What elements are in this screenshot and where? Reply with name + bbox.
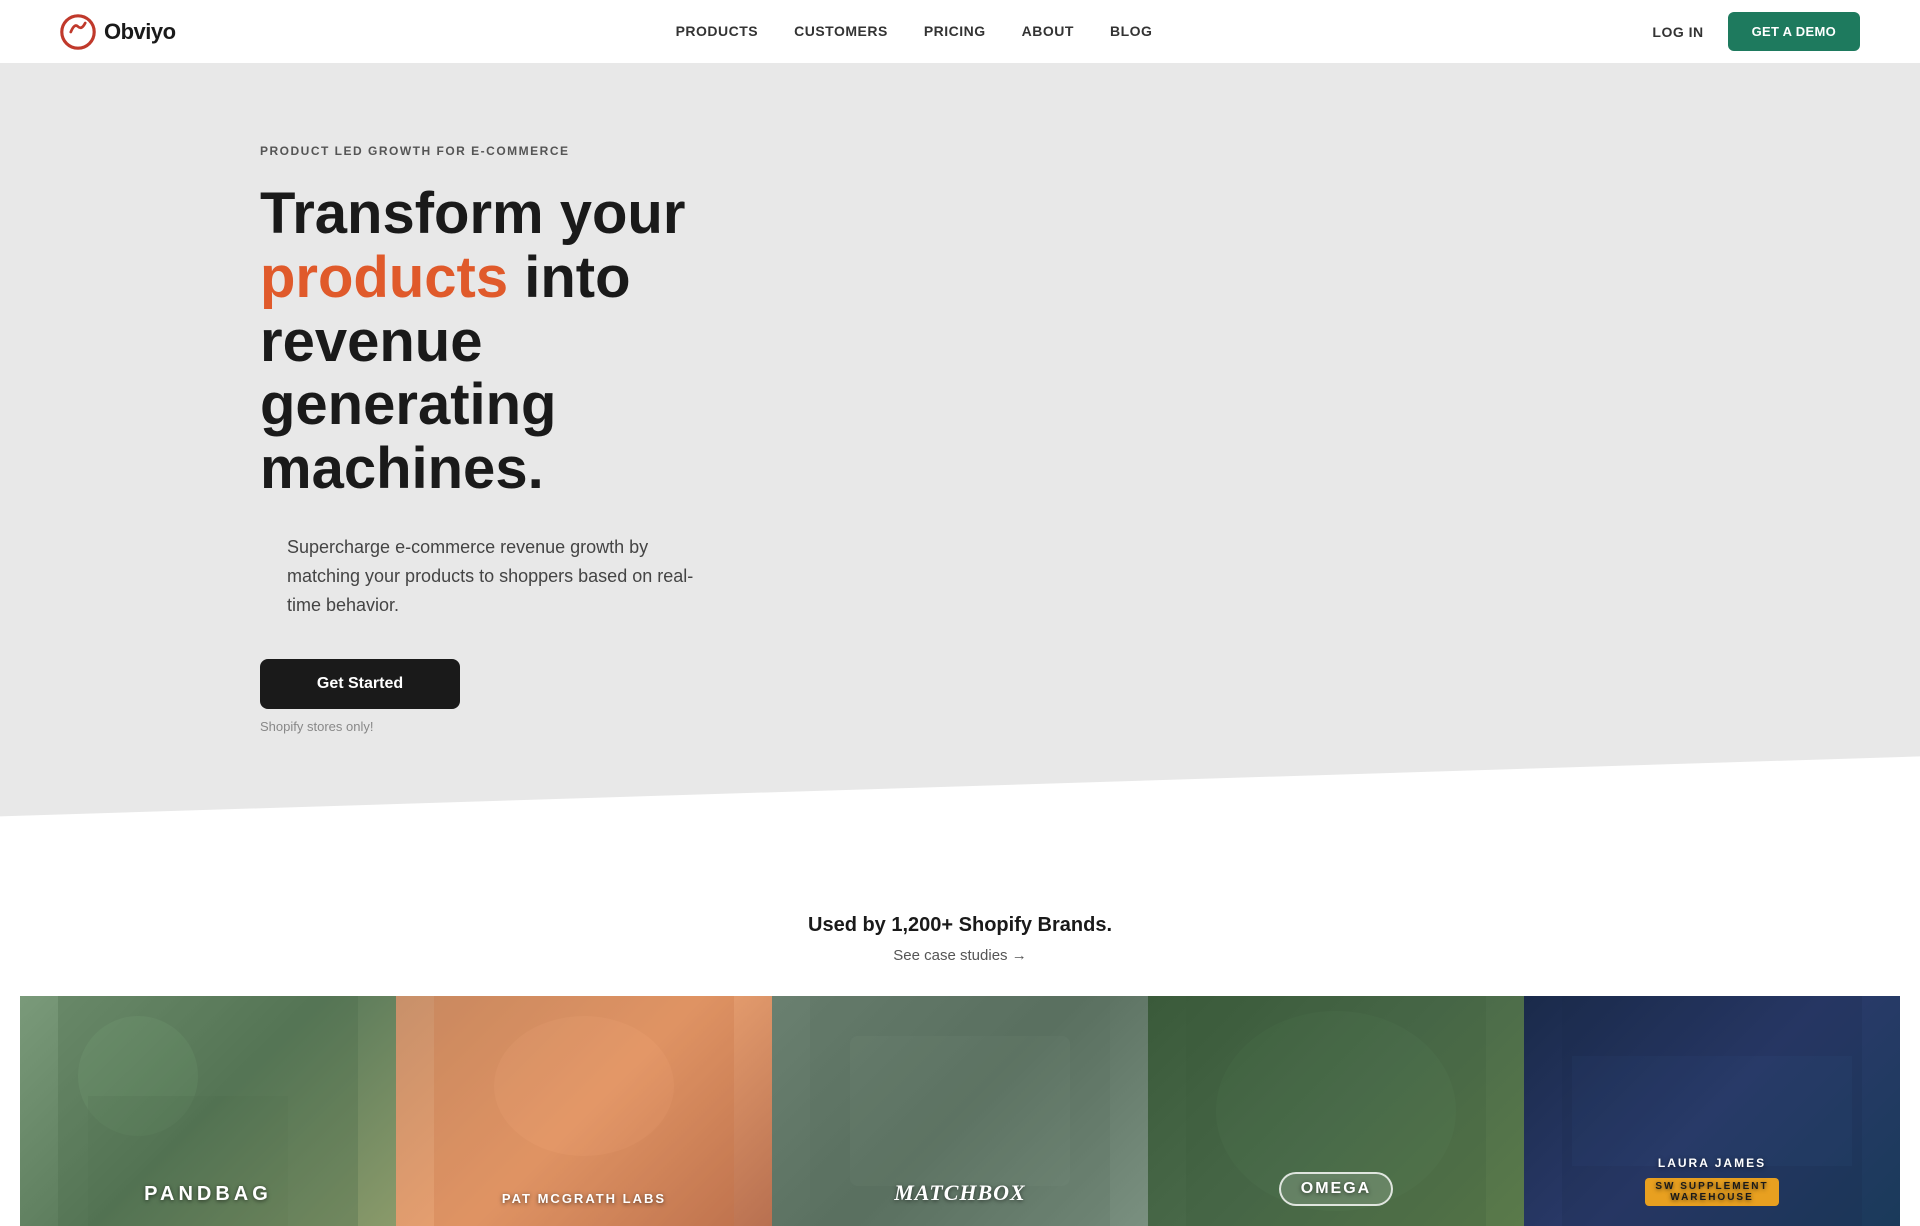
navbar: Obviyo PRODUCTS CUSTOMERS PRICING ABOUT … — [0, 0, 1920, 64]
brand-card-pandbag: PANDBAG — [20, 996, 396, 1226]
nav-item-products[interactable]: PRODUCTS — [676, 23, 759, 39]
hero-section: PRODUCT LED GROWTH FOR E-COMMERCE Transf… — [0, 64, 1920, 854]
logo-text: Obviyo — [104, 19, 176, 45]
get-started-button[interactable]: Get Started — [260, 659, 460, 709]
brand-label-laura-james: LAURA JAMES — [1658, 1156, 1766, 1170]
login-link[interactable]: LOG IN — [1652, 24, 1703, 40]
brand-card-omega: Omega — [1148, 996, 1524, 1226]
brand-card-laura-james: LAURA JAMES SW SUPPLEMENTWAREHOUSE — [1524, 996, 1900, 1226]
hero-heading: Transform your products into revenuegene… — [260, 182, 780, 501]
shopify-note: Shopify stores only! — [260, 719, 1920, 734]
hero-eyebrow: PRODUCT LED GROWTH FOR E-COMMERCE — [260, 144, 1920, 158]
brand-label-sw: SW SUPPLEMENTWAREHOUSE — [1645, 1178, 1778, 1206]
nav-item-blog[interactable]: BLOG — [1110, 23, 1152, 39]
nav-item-customers[interactable]: CUSTOMERS — [794, 23, 888, 39]
logo-link[interactable]: Obviyo — [60, 14, 176, 50]
hero-heading-part1: Transform your — [260, 181, 685, 246]
case-studies-link[interactable]: See case studies → — [893, 947, 1026, 964]
brand-card-pat-mcgrath: PAT McGRATH LABS — [396, 996, 772, 1226]
hero-subtext: Supercharge e-commerce revenue growth by… — [260, 533, 700, 619]
nav-right: LOG IN GET A DEMO — [1652, 12, 1860, 51]
nav-item-pricing[interactable]: PRICING — [924, 23, 986, 39]
brand-label-omega: Omega — [1279, 1172, 1393, 1206]
get-demo-button[interactable]: GET A DEMO — [1728, 12, 1860, 51]
logo-icon — [60, 14, 96, 50]
brand-card-matchbox: matchbox — [772, 996, 1148, 1226]
nav-item-about[interactable]: ABOUT — [1022, 23, 1074, 39]
brand-label-matchbox: matchbox — [894, 1180, 1025, 1206]
brands-heading: Used by 1,200+ Shopify Brands. — [20, 914, 1900, 937]
nav-links: PRODUCTS CUSTOMERS PRICING ABOUT BLOG — [676, 23, 1153, 41]
brand-label-pat-mcgrath: PAT McGRATH LABS — [502, 1191, 666, 1206]
hero-heading-highlight: products — [260, 245, 508, 310]
brands-strip: PANDBAG PAT McGRATH LABS matchbox Omega … — [20, 996, 1900, 1226]
brand-label-pandbag: PANDBAG — [144, 1183, 272, 1206]
brands-section: Used by 1,200+ Shopify Brands. See case … — [0, 854, 1920, 1226]
